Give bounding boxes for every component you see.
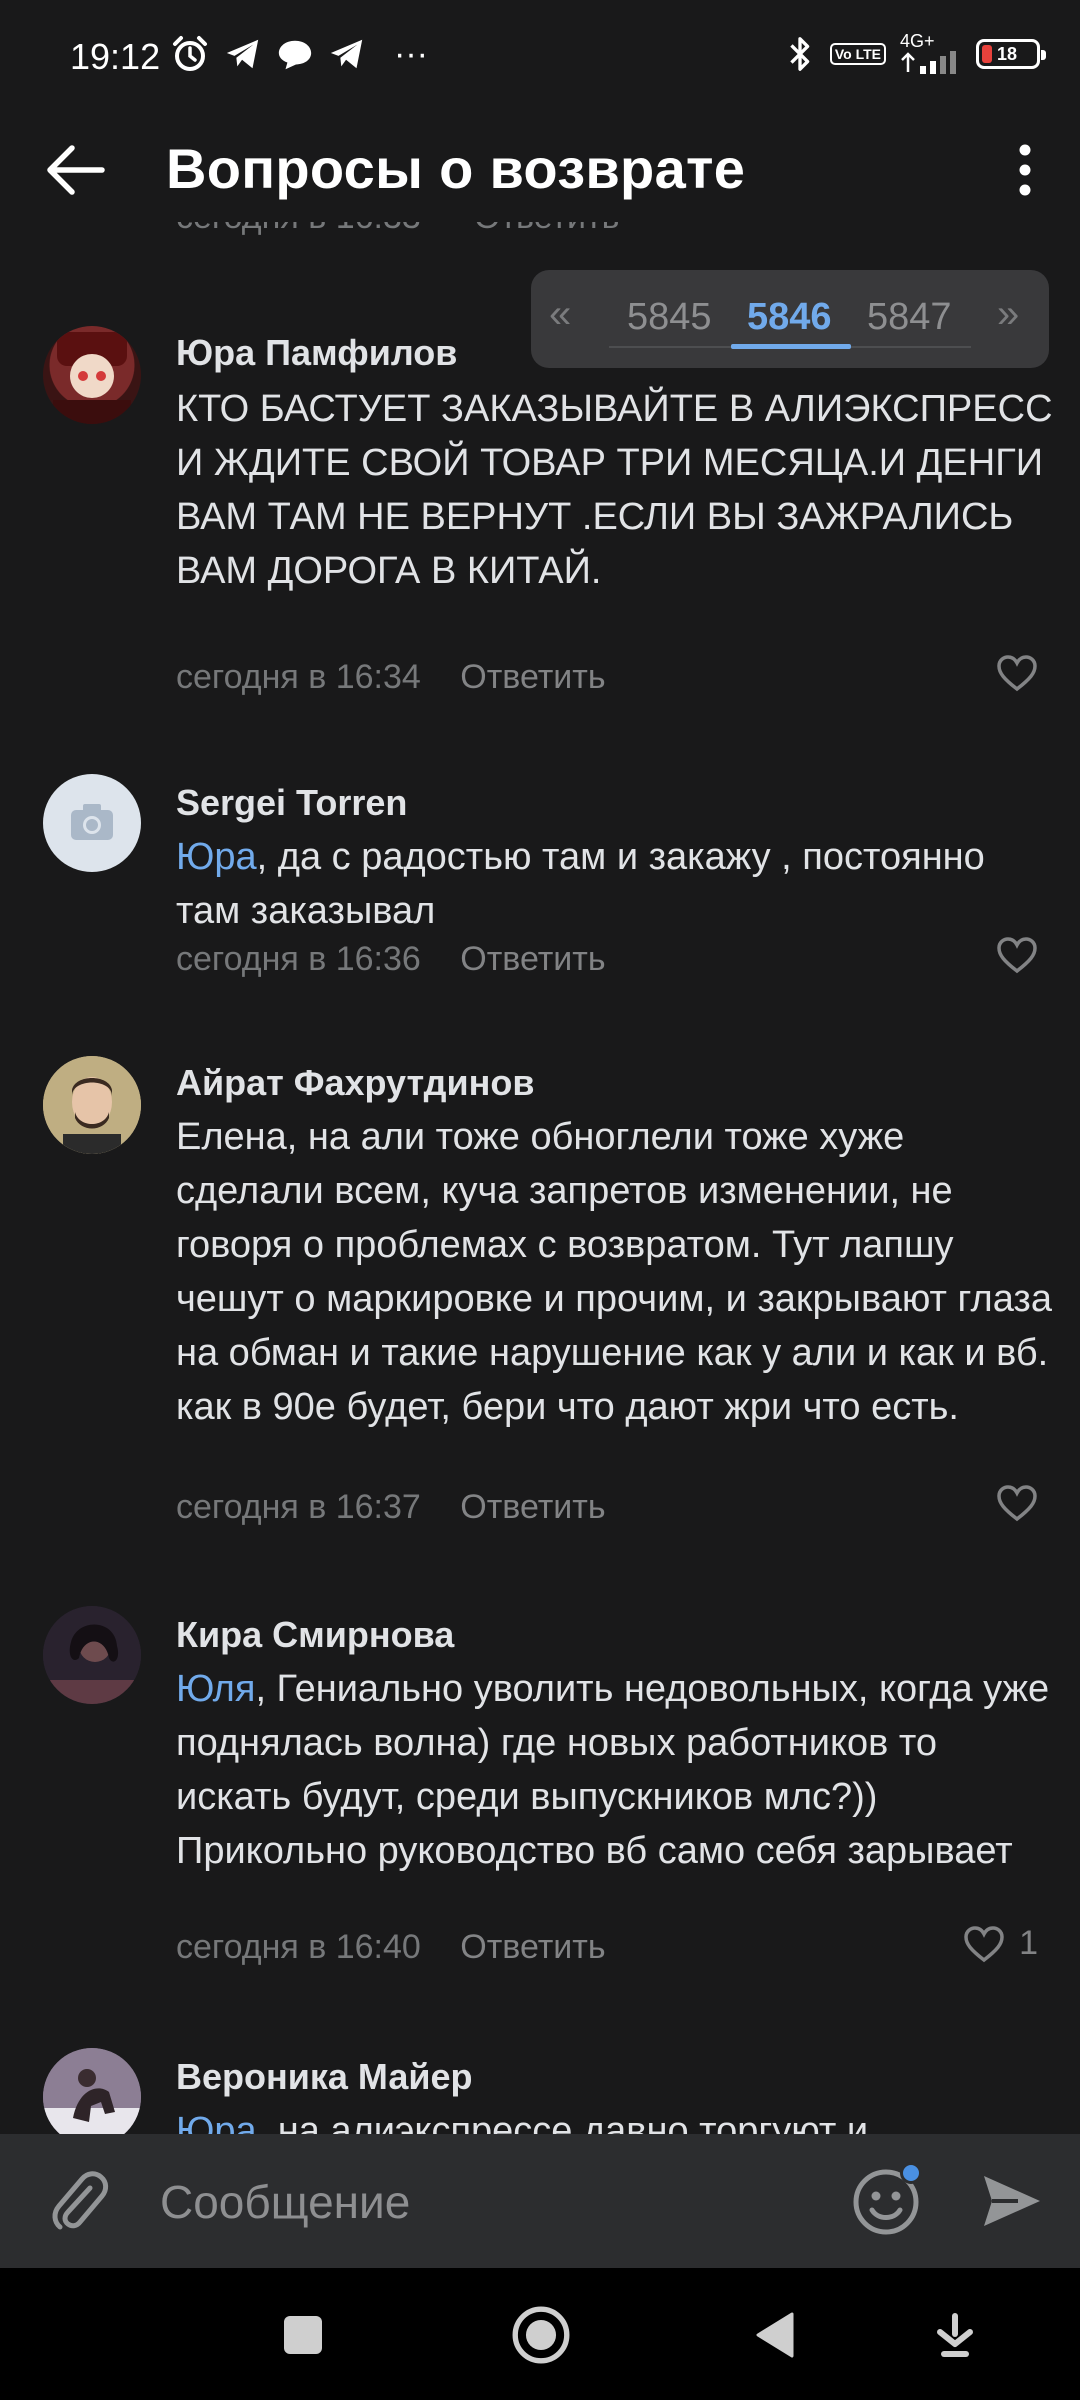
overflow-notifications: ··· [394,34,428,73]
comment-body: , Гениально уволить недовольных, когда у… [176,1668,1050,1872]
like-button[interactable] [996,936,1038,974]
comment-text: Елена, на али тоже обноглели тоже хуже с… [176,1110,1056,1434]
reply-button[interactable]: Ответить [460,658,605,696]
prev-page-button[interactable]: « [549,292,571,337]
back-triangle-icon[interactable] [748,2308,802,2362]
comment-text: Юра, на алиэкспрессе давно торгуют и [176,2104,1056,2134]
status-bar: 19:12 ··· Vo LTE 4G+ 18 [0,0,1080,118]
page-number[interactable]: 5847 [867,296,952,339]
notification-icons: ··· [170,34,428,74]
page-title: Вопросы о возврате [166,137,746,200]
avatar-image [53,332,131,424]
avatar[interactable] [43,1606,141,1704]
active-page-indicator [731,344,851,349]
next-page-button[interactable]: » [997,292,1019,337]
comment-author[interactable]: Вероника Майер [176,2056,473,2098]
comments-list[interactable]: сегодня в 16:33 Ответить Юра Памфилов КТ… [0,222,1080,2134]
camera-icon [71,804,113,840]
comment-author[interactable]: Кира Смирнова [176,1614,454,1656]
comment-meta: сегодня в 16:34 Ответить [176,658,606,697]
heart-icon [997,937,1037,974]
avatar-image [43,2048,141,2134]
telegram-icon [330,39,363,69]
comment-author[interactable]: Айрат Фахрутдинов [176,1062,535,1104]
like-count: 1 [1019,1924,1038,1962]
dismiss-keyboard-icon[interactable] [928,2308,982,2362]
signal-icon [901,51,956,74]
comment-meta: сегодня в 16:40 Ответить [176,1928,606,1967]
message-input[interactable] [158,2158,802,2246]
avatar-placeholder[interactable] [43,774,141,872]
avatar-image [43,1056,141,1154]
back-arrow-icon[interactable] [40,142,110,198]
reply-button[interactable]: Ответить [460,940,605,978]
like-button[interactable]: 1 [963,1924,1038,1963]
alarm-icon [173,36,207,71]
comment-body: Елена, на али тоже обноглели тоже хуже с… [176,1116,1052,1428]
avatar-image [43,1606,141,1704]
heart-icon [997,1485,1037,1522]
previous-comment-time: сегодня в 16:33 [176,222,421,237]
message-composer [0,2134,1080,2268]
telegram-icon [226,39,259,69]
status-time: 19:12 [70,36,161,77]
heart-icon [997,655,1037,692]
more-vertical-icon[interactable] [1000,138,1050,202]
volte-badge: Vo LTE [829,43,886,65]
comment-body: , на алиэкспрессе давно торгуют и [256,2110,869,2134]
mention-link[interactable]: Юра [176,836,257,878]
new-stickers-dot [900,2162,922,2184]
system-icons: Vo LTE 4G+ 18 [784,32,1046,76]
previous-comment-reply: Ответить [474,222,619,237]
comment-author[interactable]: Юра Памфилов [176,332,457,374]
send-icon[interactable] [978,2168,1044,2234]
comment-time: сегодня в 16:37 [176,1488,421,1526]
battery-icon: 18 [976,39,1046,69]
page-number[interactable]: 5845 [627,296,712,339]
mention-link[interactable]: Юра [176,2110,257,2134]
comment-text: Юра, да с радостью там и закажу , постоя… [176,830,1056,938]
recents-square-icon[interactable] [276,2308,330,2362]
bluetooth-icon [790,37,810,71]
comment-time: сегодня в 16:34 [176,658,421,696]
network-type: 4G+ [900,31,935,51]
top-app-bar: Вопросы о возврате [0,118,1080,222]
comment-body: КТО БАСТУЕТ ЗАКАЗЫВАЙТЕ В АЛИЭКСПРЕСС И … [176,388,1053,592]
reply-button[interactable]: Ответить [460,1928,605,1966]
battery-level-fill [982,45,992,63]
avatar[interactable] [43,2048,141,2134]
avatar[interactable] [43,326,141,424]
comment-time: сегодня в 16:36 [176,940,421,978]
comment-body: , да с радостью там и закажу , постоянно… [176,836,985,932]
mention-link[interactable]: Юля [176,1668,255,1710]
reply-button[interactable]: Ответить [460,1488,605,1526]
paperclip-icon[interactable] [44,2166,114,2236]
chat-bubble-icon [278,40,312,70]
comment-time: сегодня в 16:40 [176,1928,421,1966]
avatar[interactable] [43,1056,141,1154]
home-circle-icon[interactable] [512,2306,570,2364]
heart-icon [964,1925,1004,1962]
comment-author[interactable]: Sergei Torren [176,782,407,824]
previous-comment-meta: сегодня в 16:33 Ответить [176,222,1036,252]
comment-meta: сегодня в 16:37 Ответить [176,1488,606,1527]
comment-text: КТО БАСТУЕТ ЗАКАЗЫВАЙТЕ В АЛИЭКСПРЕСС И … [176,382,1056,598]
system-navigation-bar [0,2268,1080,2400]
comment-meta: сегодня в 16:36 Ответить [176,940,606,979]
comment-text: Юля, Гениально уволить недовольных, когд… [176,1662,1056,1878]
like-button[interactable] [996,654,1038,692]
signal-group: 4G+ [900,32,962,76]
page-number-active[interactable]: 5846 [747,296,832,339]
page-switcher: « 5845 5846 5847 » [531,270,1049,368]
battery-percent: 18 [997,43,1018,64]
like-button[interactable] [996,1484,1038,1522]
